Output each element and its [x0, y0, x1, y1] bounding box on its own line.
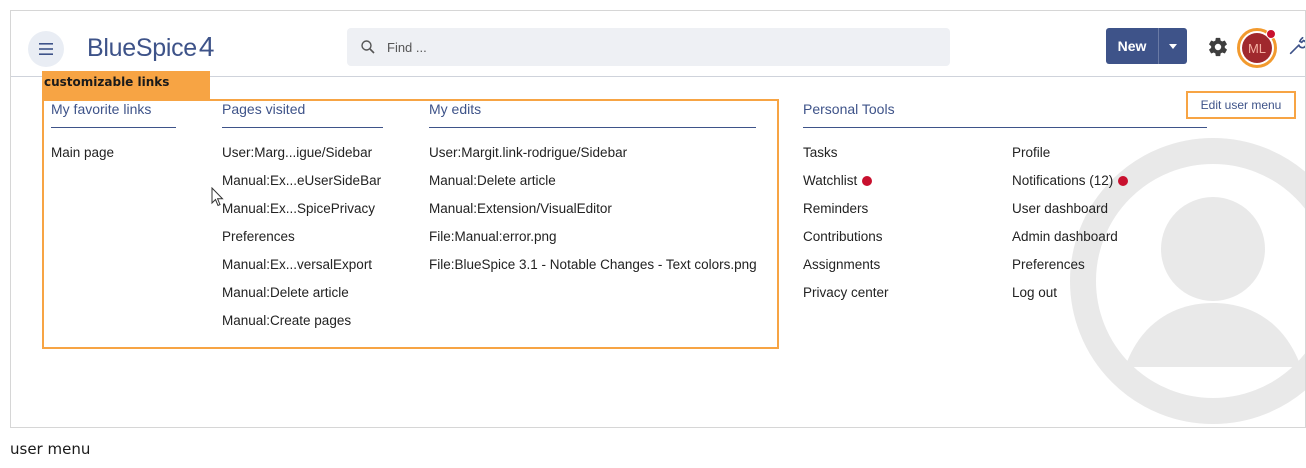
visited-link[interactable]: User:Marg...igue/Sidebar: [222, 145, 372, 160]
list-item[interactable]: Notifications (12): [1012, 172, 1129, 200]
figure-caption: user menu: [10, 440, 91, 458]
profile-link[interactable]: Profile: [1012, 145, 1050, 160]
list-item[interactable]: Preferences: [222, 228, 383, 256]
watchlist-link[interactable]: Watchlist: [803, 173, 857, 188]
list-item[interactable]: Manual:Create pages: [222, 312, 383, 340]
list-item[interactable]: User:Marg...igue/Sidebar: [222, 144, 383, 172]
reminders-link[interactable]: Reminders: [803, 201, 868, 216]
list-item[interactable]: Contributions: [803, 228, 1012, 256]
visited-link[interactable]: Manual:Ex...versalExport: [222, 257, 372, 272]
edit-link[interactable]: File:Manual:error.png: [429, 229, 557, 244]
visited-link[interactable]: Preferences: [222, 229, 295, 244]
notifications-alert-dot: [1118, 176, 1129, 186]
admin-dashboard-link[interactable]: Admin dashboard: [1012, 229, 1118, 244]
logo-text: BlueSpice: [87, 34, 197, 62]
pages-visited-title: Pages visited: [222, 101, 383, 128]
list-item[interactable]: Manual:Ex...SpicePrivacy: [222, 200, 383, 228]
tasks-link[interactable]: Tasks: [803, 145, 838, 160]
new-button[interactable]: New: [1106, 28, 1159, 64]
edit-link[interactable]: User:Margit.link-rodrigue/Sidebar: [429, 145, 627, 160]
pages-visited-section: Pages visited User:Marg...igue/Sidebar M…: [222, 101, 383, 340]
list-item[interactable]: Log out: [1012, 284, 1128, 312]
list-item[interactable]: User dashboard: [1012, 200, 1128, 228]
visited-link[interactable]: Manual:Create pages: [222, 313, 351, 328]
new-dropdown-button[interactable]: [1159, 28, 1187, 64]
list-item[interactable]: Manual:Ex...eUserSideBar: [222, 172, 383, 200]
favorite-links-title: My favorite links: [51, 101, 176, 128]
personal-tools-section: Personal Tools Tasks Watchlist Reminders…: [803, 101, 1207, 312]
list-item[interactable]: Admin dashboard: [1012, 228, 1128, 256]
my-edits-section: My edits User:Margit.link-rodrigue/Sideb…: [429, 101, 757, 284]
list-item[interactable]: Profile: [1012, 144, 1128, 172]
logo-version: 4: [198, 31, 215, 62]
customizable-links-annotation: customizable links: [42, 71, 210, 99]
personal-tools-grid: Tasks Watchlist Reminders Contributions …: [803, 144, 1207, 312]
user-dashboard-link[interactable]: User dashboard: [1012, 201, 1108, 216]
bluespice-logo[interactable]: BlueSpice 4: [87, 31, 215, 62]
edit-link[interactable]: Manual:Extension/VisualEditor: [429, 201, 612, 216]
list-item[interactable]: Privacy center: [803, 284, 1012, 312]
privacy-center-link[interactable]: Privacy center: [803, 285, 889, 300]
contributions-link[interactable]: Contributions: [803, 229, 883, 244]
visited-link[interactable]: Manual:Delete article: [222, 285, 349, 300]
page-frame: BlueSpice 4 New ML: [10, 10, 1306, 428]
list-item[interactable]: Main page: [51, 144, 176, 172]
edit-user-menu-link[interactable]: Edit user menu: [1201, 98, 1282, 112]
notifications-link[interactable]: Notifications (12): [1012, 173, 1113, 188]
list-item[interactable]: Assignments: [803, 256, 1012, 284]
assignments-link[interactable]: Assignments: [803, 257, 880, 272]
edit-link[interactable]: Manual:Delete article: [429, 173, 556, 188]
list-item[interactable]: Manual:Delete article: [429, 172, 756, 200]
logout-link[interactable]: Log out: [1012, 285, 1057, 300]
visited-link[interactable]: Manual:Ex...SpicePrivacy: [222, 201, 375, 216]
list-item[interactable]: Manual:Delete article: [222, 284, 383, 312]
avatar: ML: [1242, 29, 1276, 63]
hamburger-icon: [39, 43, 53, 55]
search-icon: [361, 40, 375, 54]
list-item[interactable]: Watchlist: [803, 172, 1012, 200]
gear-icon[interactable]: [1207, 36, 1229, 58]
favorite-link[interactable]: Main page: [51, 145, 114, 160]
search-bar[interactable]: [347, 28, 950, 66]
list-item[interactable]: Preferences: [1012, 256, 1128, 284]
list-item[interactable]: File:Manual:error.png: [429, 228, 756, 256]
personal-tools-right-list: Profile Notifications (12) User dashboar…: [1012, 144, 1129, 312]
top-bar: BlueSpice 4 New ML: [11, 11, 1305, 77]
list-item[interactable]: Tasks: [803, 144, 1012, 172]
personal-tools-left-list: Tasks Watchlist Reminders Contributions …: [803, 144, 1012, 312]
visited-link[interactable]: Manual:Ex...eUserSideBar: [222, 173, 381, 188]
notification-dot: [1266, 29, 1276, 39]
menu-toggle-button[interactable]: [28, 31, 64, 67]
user-menu-avatar-button[interactable]: ML: [1237, 28, 1277, 68]
watchlist-alert-dot: [862, 176, 873, 186]
personal-tools-title: Personal Tools: [803, 101, 1207, 128]
new-button-group: New: [1106, 28, 1187, 64]
search-input[interactable]: [387, 39, 907, 55]
favorite-links-section: My favorite links Main page: [51, 101, 176, 172]
list-item[interactable]: Manual:Ex...versalExport: [222, 256, 383, 284]
list-item[interactable]: File:BlueSpice 3.1 - Notable Changes - T…: [429, 256, 757, 284]
list-item[interactable]: User:Margit.link-rodrigue/Sidebar: [429, 144, 756, 172]
list-item[interactable]: Reminders: [803, 200, 1012, 228]
edit-link[interactable]: File:BlueSpice 3.1 - Notable Changes - T…: [429, 257, 757, 272]
avatar-initials: ML: [1247, 40, 1267, 56]
wrench-icon[interactable]: [1287, 35, 1306, 57]
list-item[interactable]: Manual:Extension/VisualEditor: [429, 200, 756, 228]
preferences-link[interactable]: Preferences: [1012, 257, 1085, 272]
my-edits-title: My edits: [429, 101, 756, 128]
mouse-cursor-icon: [211, 187, 224, 207]
caret-down-icon: [1169, 43, 1177, 49]
